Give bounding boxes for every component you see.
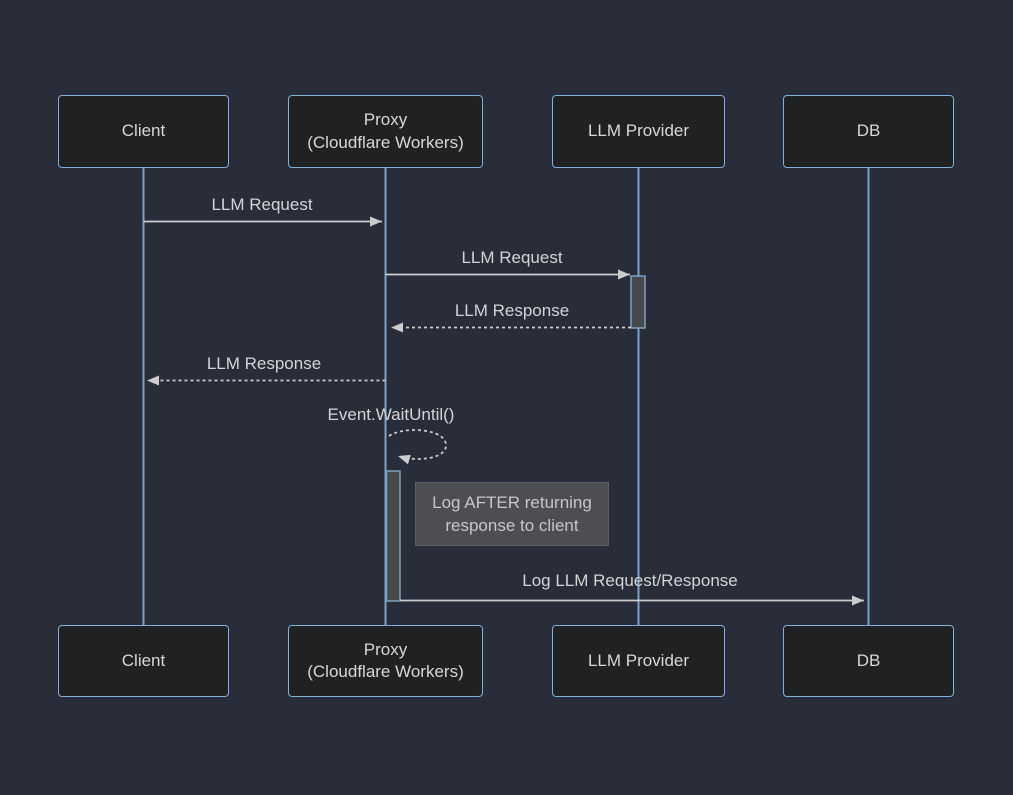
participant-client-bottom: Client (58, 625, 229, 697)
note-log-after-returning: Log AFTER returning response to client (415, 482, 609, 546)
message-label-llm-response-1: LLM Response (455, 301, 569, 321)
participant-proxy-top: Proxy (Cloudflare Workers) (288, 95, 483, 168)
participant-llm-provider-bottom: LLM Provider (552, 625, 725, 697)
activation-bar-llm-provider (631, 276, 645, 328)
activation-bar-proxy (387, 471, 401, 601)
participant-db-bottom: DB (783, 625, 954, 697)
self-loop-arrow (389, 430, 446, 459)
participant-client-top: Client (58, 95, 229, 168)
message-label-llm-response-2: LLM Response (207, 354, 321, 374)
participant-llm-provider-top: LLM Provider (552, 95, 725, 168)
message-label-llm-request-1: LLM Request (211, 195, 312, 215)
message-label-log-llm-request-response: Log LLM Request/Response (522, 571, 737, 591)
participant-db-top: DB (783, 95, 954, 168)
sequence-diagram: Client Proxy (Cloudflare Workers) LLM Pr… (0, 0, 1013, 795)
message-label-event-waituntil: Event.WaitUntil() (328, 405, 455, 425)
message-label-llm-request-2: LLM Request (461, 248, 562, 268)
participant-proxy-bottom: Proxy (Cloudflare Workers) (288, 625, 483, 697)
